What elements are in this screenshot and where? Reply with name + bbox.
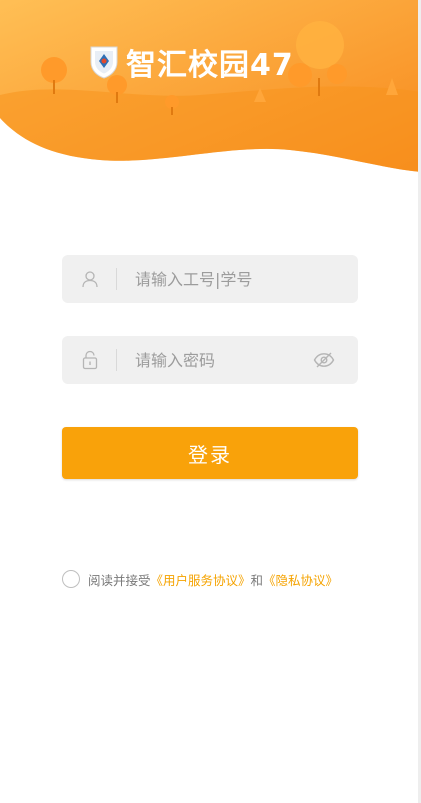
brand-logo: 智汇校园47 bbox=[88, 42, 294, 83]
agreement-checkbox[interactable] bbox=[62, 570, 80, 588]
eye-hidden-icon[interactable] bbox=[312, 350, 336, 370]
agreement-row: 阅读并接受 《用户服务协议》 和 《隐私协议》 bbox=[62, 568, 338, 590]
lock-icon bbox=[80, 350, 100, 370]
school-shield-icon bbox=[90, 46, 118, 79]
app-title: 智汇校园47 bbox=[126, 48, 294, 83]
username-input[interactable] bbox=[135, 269, 358, 289]
privacy-policy-link[interactable]: 《隐私协议》 bbox=[263, 570, 338, 589]
field-divider bbox=[116, 268, 117, 290]
agreement-prefix: 阅读并接受 bbox=[88, 572, 151, 588]
header-banner: 智汇校园47 bbox=[0, 0, 421, 175]
user-agreement-link[interactable]: 《用户服务协议》 bbox=[151, 570, 251, 589]
agreement-connector: 和 bbox=[250, 572, 264, 588]
login-button[interactable]: 登录 bbox=[62, 427, 358, 479]
password-input[interactable] bbox=[135, 350, 312, 370]
username-field[interactable] bbox=[62, 255, 358, 303]
banner-illustration bbox=[0, 0, 421, 172]
password-field[interactable] bbox=[62, 336, 358, 384]
field-divider bbox=[116, 349, 117, 371]
user-icon bbox=[80, 269, 100, 289]
